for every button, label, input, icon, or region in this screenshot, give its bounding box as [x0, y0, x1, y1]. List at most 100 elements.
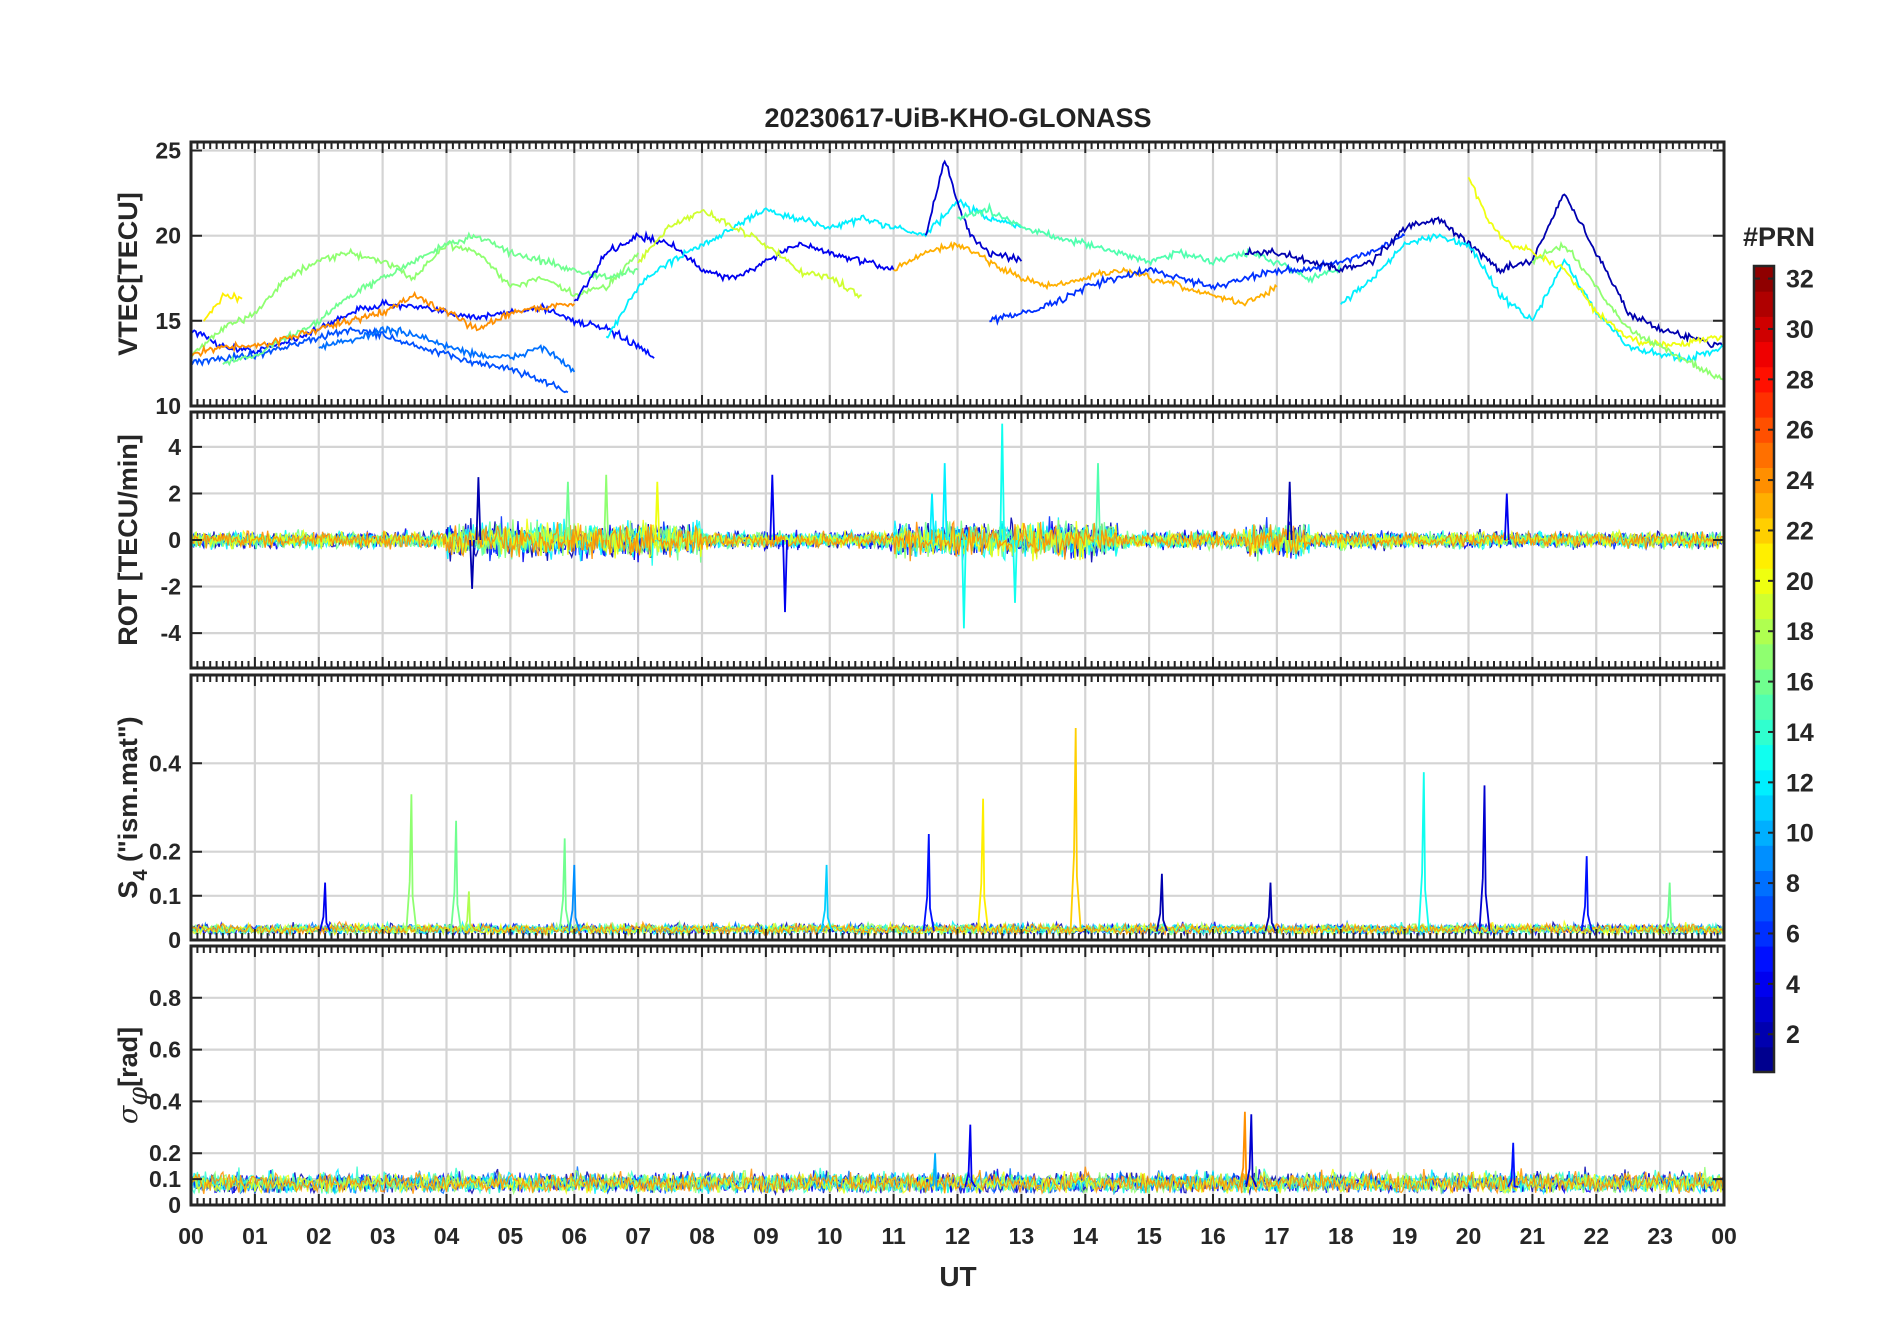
- colorbar-swatch: [1754, 341, 1774, 368]
- y-tick-label: -2: [161, 574, 181, 600]
- x-tick-label: 00: [1711, 1223, 1737, 1249]
- colorbar-tick-label: 4: [1786, 971, 1800, 999]
- colorbar-tick-label: 28: [1786, 366, 1814, 394]
- s4-spike: [450, 820, 463, 932]
- x-tick-label: 08: [689, 1223, 715, 1249]
- colorbar-tick-label: 2: [1786, 1021, 1800, 1049]
- y-tick-label: 0: [168, 527, 181, 553]
- figure-title: 20230617-UiB-KHO-GLONASS: [764, 103, 1151, 133]
- y-tick-label: 0.6: [149, 1037, 181, 1063]
- x-tick-label: 13: [1009, 1223, 1035, 1249]
- x-tick-label: 15: [1136, 1223, 1162, 1249]
- colorbar-swatch: [1754, 442, 1774, 468]
- vtec-series-prn-17: [1531, 240, 1724, 382]
- rot-spike: [475, 477, 482, 541]
- colorbar-tick-label: 10: [1786, 820, 1814, 848]
- colorbar: 2468101214161820222426283032: [1752, 264, 1814, 1074]
- x-tick-label: 19: [1392, 1223, 1418, 1249]
- x-tick-label: 20: [1456, 1223, 1482, 1249]
- colorbar-tick-label: 26: [1786, 417, 1814, 445]
- panel-s4: 0 0.1 0.2 0.4S4 ("ism.mat"): [113, 673, 1726, 953]
- x-tick-label: 06: [561, 1223, 587, 1249]
- y-tick-label: 15: [155, 308, 181, 334]
- x-tick-label: 05: [498, 1223, 524, 1249]
- s4-spike: [977, 798, 990, 932]
- colorbar-swatch: [1754, 543, 1774, 569]
- rot-spike: [769, 474, 776, 541]
- colorbar-tick-label: 6: [1786, 920, 1800, 948]
- panel-sigma_phi: 00.10.20.40.60.8σφ[rad]: [113, 944, 1726, 1218]
- colorbar-tick-label: 24: [1786, 467, 1814, 495]
- s4-spike: [1069, 727, 1082, 932]
- y-tick-label: 0.8: [149, 985, 181, 1011]
- y-tick-label: 0.2: [149, 1140, 181, 1166]
- rot-spike: [469, 539, 475, 589]
- s4-spike: [319, 882, 332, 932]
- x-axis: 00 01 02 03 04 05 06 07 08 09 10 11 12 13 14 15 16 17 18 19…: [178, 1223, 1737, 1249]
- y-tick-label: 0.1: [149, 1166, 181, 1192]
- y-tick-label: 4: [168, 434, 181, 460]
- x-tick-label: 01: [242, 1223, 268, 1249]
- y-axis-label: ROT [TECU/min]: [113, 434, 143, 645]
- y-tick-label: -4: [161, 620, 182, 646]
- colorbar-swatch: [1754, 492, 1774, 519]
- s4-spike: [405, 794, 418, 932]
- x-tick-label: 21: [1520, 1223, 1546, 1249]
- y-tick-label: 10: [155, 393, 181, 419]
- x-tick-label: 03: [370, 1223, 396, 1249]
- y-axis-label: S4 ("ism.mat"): [113, 716, 152, 898]
- colorbar-swatch: [1754, 946, 1774, 972]
- s4-spike: [1478, 785, 1491, 932]
- colorbar-tick-label: 22: [1786, 517, 1814, 545]
- rot-spike: [941, 463, 948, 541]
- x-tick-label: 14: [1072, 1223, 1098, 1249]
- y-tick-label: 20: [155, 223, 181, 249]
- y-tick-label: 25: [155, 138, 181, 164]
- rot-spike: [1095, 463, 1101, 541]
- x-tick-label: 22: [1583, 1223, 1609, 1249]
- y-tick-label: 0.4: [149, 750, 181, 776]
- x-tick-label: 02: [306, 1223, 332, 1249]
- y-tick-label: 0: [168, 1192, 181, 1218]
- colorbar-tick-label: 32: [1786, 266, 1814, 294]
- x-axis-label: UT: [939, 1261, 976, 1292]
- colorbar-swatch: [1754, 895, 1774, 922]
- colorbar-swatch: [1754, 794, 1774, 821]
- vtec-series-prn-5: [191, 298, 655, 359]
- y-tick-label: 2: [168, 480, 181, 506]
- figure: 20230617-UiB-KHO-GLONASS 10152025VTEC[TE…: [113, 103, 1815, 1292]
- s4-spike: [1580, 856, 1593, 932]
- grid: [189, 675, 1726, 942]
- panel-vtec: 10 15 20 25 VTEC[TECU]: [113, 138, 1726, 419]
- x-tick-label: 10: [817, 1223, 843, 1249]
- x-tick-label: 16: [1200, 1223, 1226, 1249]
- colorbar-tick-label: 14: [1786, 719, 1814, 747]
- x-tick-label: 04: [434, 1223, 460, 1249]
- x-tick-label: 11: [881, 1223, 906, 1249]
- y-tick-label: 0: [168, 927, 181, 953]
- y-tick-label: 0.1: [149, 883, 181, 909]
- colorbar-title: #PRN: [1743, 222, 1815, 252]
- x-tick-label: 17: [1264, 1223, 1290, 1249]
- colorbar-swatch: [1754, 744, 1774, 771]
- s4-spike: [1264, 882, 1277, 932]
- colorbar-tick-label: 12: [1786, 769, 1814, 797]
- y-axis-label: VTEC[TECU]: [113, 192, 143, 356]
- colorbar-swatch: [1754, 643, 1774, 670]
- x-tick-label: 23: [1647, 1223, 1673, 1249]
- vtec-series-prn-12: [605, 198, 1022, 339]
- s4-spike: [1155, 873, 1168, 932]
- colorbar-swatch: [1754, 593, 1774, 620]
- colorbar-swatch: [1754, 845, 1774, 871]
- vtec-series-prn-2: [1244, 193, 1724, 349]
- rot-spike: [603, 474, 609, 541]
- colorbar-swatch: [1754, 391, 1774, 418]
- vtec-series-prn-17: [191, 241, 639, 358]
- grid: [189, 142, 1726, 408]
- colorbar-tick-label: 30: [1786, 316, 1814, 344]
- x-tick-label: 12: [945, 1223, 971, 1249]
- x-tick-label: 09: [753, 1223, 779, 1249]
- y-tick-label: 0.2: [149, 839, 181, 865]
- vtec-series-prn-6: [989, 232, 1406, 326]
- vtec-series-prn-4: [573, 230, 895, 302]
